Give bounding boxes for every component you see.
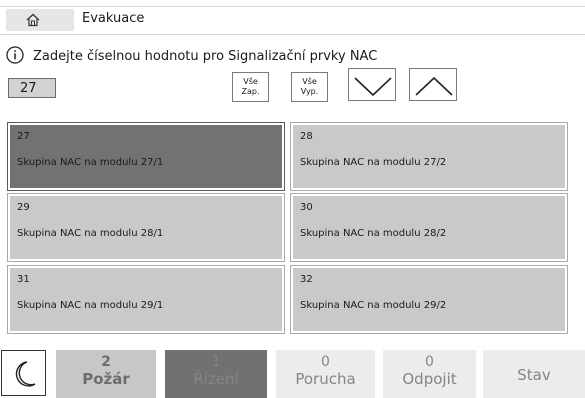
scroll-up-button[interactable] [409,68,457,101]
fire-count: 2 [101,354,111,370]
tile-label: Skupina NAC na modulu 27/2 [300,157,447,168]
control-count: 1 [211,354,221,370]
nac-tile-28[interactable]: 28 Skupina NAC na modulu 27/2 [290,122,568,191]
nac-tile-30[interactable]: 30 Skupina NAC na modulu 28/2 [290,193,568,262]
all-on-line2: Zap. [241,87,260,96]
night-mode-button[interactable] [1,350,46,396]
nac-tile-27[interactable]: 27 Skupina NAC na modulu 27/1 [7,122,285,191]
tile-label: Skupina NAC na modulu 27/1 [17,157,164,168]
state-label: Stav [517,366,551,384]
status-disable-tab[interactable]: 0 Odpojit [383,350,476,398]
tile-number: 29 [17,202,30,213]
moon-icon [15,361,36,387]
tile-number: 30 [300,202,313,213]
tile-label: Skupina NAC na modulu 28/1 [17,228,164,239]
instruction-text: Zadejte číselnou hodnotu pro Signalizačn… [33,49,378,64]
tile-number: 31 [17,274,30,285]
nac-number-input[interactable]: 27 [8,78,56,98]
fault-label: Porucha [295,370,356,388]
all-off-line1: Vše [302,77,317,86]
fault-count: 0 [321,354,330,370]
scroll-down-button[interactable] [348,68,396,101]
disable-label: Odpojit [402,370,457,388]
tile-label: Skupina NAC na modulu 29/2 [300,300,447,311]
control-label: Řízení [193,370,239,388]
page-title: Evakuace [82,11,145,26]
status-control-tab[interactable]: 1 Řízení [165,350,267,398]
tile-label: Skupina NAC na modulu 29/1 [17,300,164,311]
header-bar: Evakuace [0,7,585,34]
fire-label: Požár [82,370,130,388]
all-on-line1: Vše [243,77,258,86]
nac-tile-29[interactable]: 29 Skupina NAC na modulu 28/1 [7,193,285,262]
tile-number: 32 [300,274,313,285]
home-icon [26,13,40,27]
tile-number: 27 [17,131,30,142]
status-fire-tab[interactable]: 2 Požár [56,350,156,398]
status-state-tab[interactable]: Stav [483,350,585,398]
all-off-button[interactable]: Vše Vyp. [291,72,328,102]
nac-tile-31[interactable]: 31 Skupina NAC na modulu 29/1 [7,265,285,334]
top-strip [0,0,585,7]
chevron-up-icon [415,76,453,96]
disable-count: 0 [425,354,434,370]
info-icon [6,46,24,64]
status-fault-tab[interactable]: 0 Porucha [276,350,375,398]
header-divider [0,34,585,35]
nac-tile-32[interactable]: 32 Skupina NAC na modulu 29/2 [290,265,568,334]
tile-number: 28 [300,131,313,142]
chevron-down-icon [354,77,392,97]
home-button[interactable] [6,9,74,31]
all-off-line2: Vyp. [300,87,319,96]
all-on-button[interactable]: Vše Zap. [232,72,269,102]
tile-label: Skupina NAC na modulu 28/2 [300,228,447,239]
